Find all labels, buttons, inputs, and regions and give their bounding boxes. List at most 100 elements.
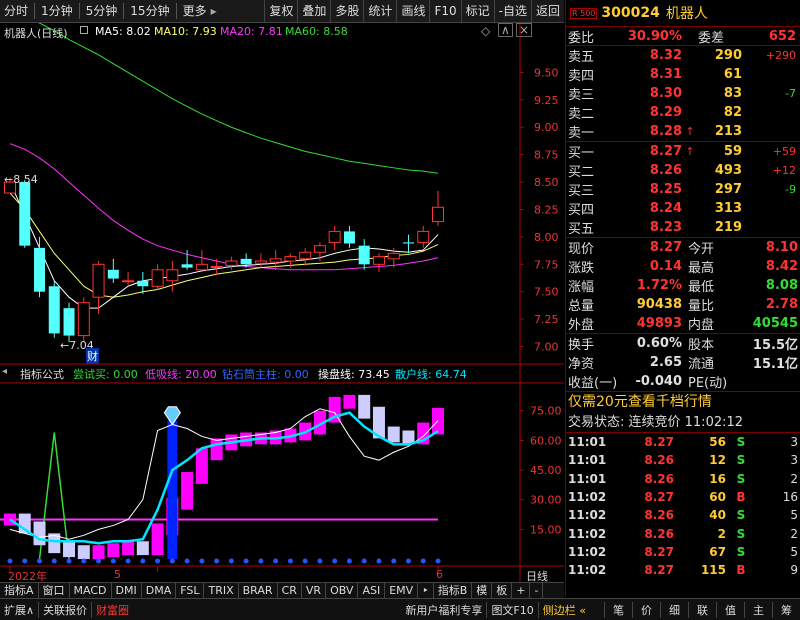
ask-row-4[interactable]: 卖二 8.29 82 <box>566 103 800 122</box>
wealth-circle-button[interactable]: 财富圈 <box>92 602 133 618</box>
tab-window[interactable]: 窗口 <box>39 583 70 598</box>
sidebar-toggle[interactable]: 侧边栏 « <box>537 601 590 618</box>
tab-obv[interactable]: OBV <box>326 583 359 598</box>
tab-template[interactable]: 模 <box>472 583 493 598</box>
tick-side: B <box>736 490 746 505</box>
tab-1min[interactable]: 1分钟 <box>37 0 77 23</box>
candle-body-up <box>122 280 135 283</box>
quote-panel: R 500 300024 机器人 委比 30.90% 委差 652 卖五 8.3… <box>565 0 800 597</box>
bid-row-2[interactable]: 买二 8.26 493 +12 <box>566 161 800 180</box>
restore-rights-button[interactable]: 复权 <box>264 0 297 23</box>
tick-row[interactable]: 11:02 8.27 115 B 9 <box>566 561 800 579</box>
more-arrow-icon[interactable]: ▸ <box>211 0 217 23</box>
stock-name[interactable]: 机器人 <box>666 3 708 23</box>
tab-cr[interactable]: CR <box>278 583 302 598</box>
tab-fsl[interactable]: FSL <box>176 583 205 598</box>
bid-row-1[interactable]: 买一 8.27 ↑ 59 +59 <box>566 142 800 161</box>
indicator-legend-try-buy: 尝试买: 0.00 <box>73 368 138 381</box>
diamond-icon[interactable]: ◇ <box>481 24 490 38</box>
tab-main-force[interactable]: 主 <box>744 601 772 618</box>
stock-code[interactable]: 300024 <box>601 5 659 21</box>
collapse-icon[interactable]: ∧ <box>498 23 513 37</box>
tab-details[interactable]: 细 <box>660 601 688 618</box>
tab-dma[interactable]: DMA <box>142 583 177 598</box>
operate-bar <box>33 521 46 546</box>
tab-more[interactable]: 更多 <box>179 0 211 23</box>
tab-chips[interactable]: 筹 <box>772 601 800 618</box>
back-button[interactable]: 返回 <box>530 0 564 23</box>
tabs-scroll-icon[interactable]: ‣ <box>418 583 434 598</box>
base-dot <box>110 558 116 564</box>
tab-prices[interactable]: 价 <box>632 601 660 618</box>
bid-row-3[interactable]: 买三 8.25 297 -9 <box>566 180 800 199</box>
tick-row[interactable]: 11:02 8.27 67 S 5 <box>566 543 800 561</box>
statistics-button[interactable]: 统计 <box>363 0 396 23</box>
overlay-button[interactable]: 叠加 <box>297 0 330 23</box>
indicator-menu-icon[interactable]: ◂ <box>2 366 7 377</box>
tab-emv[interactable]: EMV <box>385 583 419 598</box>
bid-change: +59 <box>772 145 796 158</box>
indicator-title[interactable]: 指标公式 <box>20 366 64 382</box>
related-quote-button[interactable]: 关联报价 <box>39 601 93 618</box>
tick-row[interactable]: 11:01 8.27 56 S 3 <box>566 433 800 451</box>
candle-body-down <box>34 247 46 292</box>
tab-intraday[interactable]: 分时 <box>0 0 32 23</box>
tab-15min[interactable]: 15分钟 <box>126 0 173 23</box>
tab-indicator-a[interactable]: 指标A <box>0 583 39 598</box>
tab-brar[interactable]: BRAR <box>239 583 278 598</box>
financial-report-badge[interactable]: 财 <box>86 348 99 364</box>
tab-vr[interactable]: VR <box>302 583 327 598</box>
mark-button[interactable]: 标记 <box>460 0 494 23</box>
tick-row[interactable]: 11:02 8.27 60 B 16 <box>566 488 800 506</box>
ask-row-1[interactable]: 卖五 8.32 290 +290 <box>566 46 800 65</box>
base-dot <box>302 558 308 564</box>
new-user-welfare-link[interactable]: 新用户福利专享 <box>401 602 486 618</box>
chart-canvas[interactable]: 9.50 9.25 9.00 8.75 8.50 8.25 8.00 7.75 7.50 7.25… <box>0 23 564 597</box>
ask-row-2[interactable]: 卖四 8.31 61 <box>566 65 800 84</box>
tick-count: 3 <box>790 435 798 450</box>
bid-row-5[interactable]: 买五 8.23 219 <box>566 218 800 237</box>
level2-ad[interactable]: 仅需20元查看千档行情 <box>566 392 800 413</box>
multi-stock-button[interactable]: 多股 <box>330 0 363 23</box>
tick-list[interactable]: 11:01 8.27 56 S 3 11:01 8.26 12 S 3 11:01 … <box>566 433 800 579</box>
ma-settings-icon[interactable] <box>80 26 88 34</box>
ask-row-3[interactable]: 卖三 8.30 83 -7 <box>566 84 800 103</box>
tick-row[interactable]: 11:01 8.26 12 S 3 <box>566 451 800 469</box>
kline-chart-area[interactable]: 9.50 9.25 9.00 8.75 8.50 8.25 8.00 7.75 7.50 7.25… <box>0 23 564 597</box>
ask-row-5[interactable]: 卖一 8.28 ↑ 213 <box>566 122 800 141</box>
tick-price: 8.26 <box>644 471 674 486</box>
tick-row[interactable]: 11:02 8.26 40 S 5 <box>566 506 800 524</box>
ask-book: 卖五 8.32 290 +290 卖四 8.31 61 卖三 8.30 83 -7… <box>566 46 800 142</box>
tab-indicator-b[interactable]: 指标B <box>434 583 473 598</box>
ask-volume: 61 <box>723 67 742 82</box>
tab-asi[interactable]: ASI <box>358 583 386 598</box>
f10-button[interactable]: F10 <box>429 0 460 23</box>
tick-row[interactable]: 11:01 8.26 16 S 2 <box>566 470 800 488</box>
remove-indicator-button[interactable]: - <box>530 583 544 598</box>
graphic-f10-link[interactable]: 图文F10 <box>486 601 537 618</box>
tick-row[interactable]: 11:02 8.26 2 S 2 <box>566 524 800 542</box>
expand-button[interactable]: 扩展∧ <box>0 601 40 618</box>
draw-line-button[interactable]: 画线 <box>396 0 429 23</box>
tick-count: 3 <box>790 453 798 468</box>
stat-label: 今开 <box>688 242 715 257</box>
tab-linked[interactable]: 联 <box>688 601 716 618</box>
tab-trades[interactable]: 笔 <box>604 601 632 618</box>
tab-trix[interactable]: TRIX <box>204 583 239 598</box>
base-dot <box>96 558 102 564</box>
candle-body-up <box>284 256 297 262</box>
ask-price: 8.29 <box>649 105 682 120</box>
close-icon[interactable]: × <box>516 23 533 37</box>
base-dot <box>214 558 220 564</box>
base-dot <box>22 558 28 564</box>
tab-5min[interactable]: 5分钟 <box>82 0 122 23</box>
tick-side: S <box>736 471 746 486</box>
tab-values[interactable]: 值 <box>716 601 744 618</box>
remove-watchlist-button[interactable]: -自选 <box>493 0 531 23</box>
add-indicator-button[interactable]: + <box>512 583 531 598</box>
tab-dmi[interactable]: DMI <box>112 583 142 598</box>
tab-board[interactable]: 板 <box>492 583 513 598</box>
candle-body-down <box>63 308 75 336</box>
bid-row-4[interactable]: 买四 8.24 313 <box>566 199 800 218</box>
tab-macd[interactable]: MACD <box>70 583 112 598</box>
